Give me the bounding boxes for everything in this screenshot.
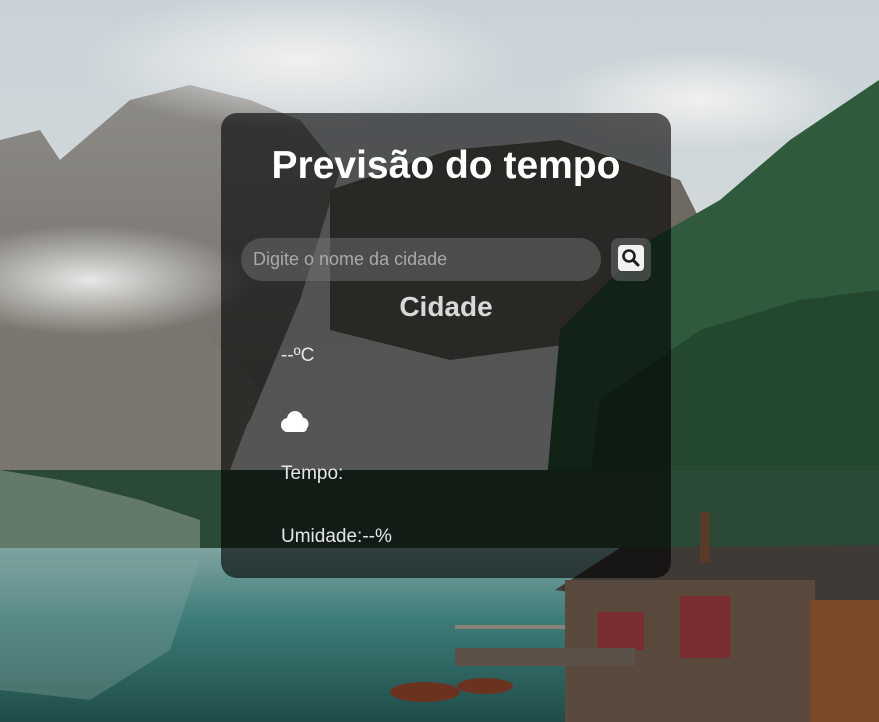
humidity-value: Umidade:--% bbox=[281, 526, 392, 547]
page-title: Previsão do tempo bbox=[271, 144, 621, 187]
search-bar bbox=[241, 238, 651, 282]
search-icon bbox=[622, 249, 640, 267]
temperature-value: --ºC bbox=[281, 345, 315, 366]
weather-condition: Tempo: bbox=[281, 463, 344, 484]
app-screen: Previsão do tempo Cidade --ºC Tempo: Umi… bbox=[0, 0, 879, 722]
city-search-input[interactable] bbox=[241, 238, 601, 281]
weather-card: Previsão do tempo Cidade --ºC Tempo: Umi… bbox=[221, 113, 671, 578]
search-button-face bbox=[618, 245, 644, 271]
cloud-icon bbox=[281, 411, 309, 432]
search-button[interactable] bbox=[611, 238, 651, 281]
city-name: Cidade bbox=[399, 291, 493, 322]
